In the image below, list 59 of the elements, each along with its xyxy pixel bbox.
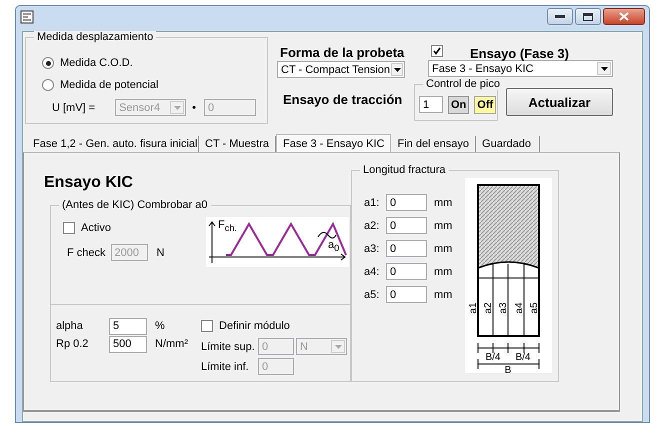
maximize-button[interactable] xyxy=(575,8,601,25)
unit-label: N xyxy=(156,246,164,258)
field-label: F check xyxy=(67,246,106,258)
section-title: Ensayo (Fase 3) xyxy=(470,46,569,61)
unit-label: mm xyxy=(434,242,452,254)
field-label: alpha xyxy=(56,320,84,332)
minimize-icon xyxy=(555,14,565,18)
unit-label: N/mm² xyxy=(155,338,188,350)
section-title: Ensayo de tracción xyxy=(283,92,404,107)
checkbox[interactable] xyxy=(431,44,443,56)
radio-button[interactable] xyxy=(42,79,54,91)
input-field[interactable]: 0 xyxy=(386,240,427,257)
tab[interactable]: Fase 3 - Ensayo KIC xyxy=(276,134,392,152)
checkbox-label: Definir módulo xyxy=(219,320,290,332)
radio-button[interactable] xyxy=(42,57,54,69)
toggle-button[interactable]: Off xyxy=(474,96,496,114)
input-field[interactable]: 1 xyxy=(419,96,443,113)
update-button[interactable]: Actualizar xyxy=(506,88,613,116)
field-label: Límite sup. xyxy=(201,340,256,352)
axis-label: F$_{ch.}$ xyxy=(218,219,237,234)
checkbox[interactable] xyxy=(63,222,75,234)
radio-label: Medida de potencial xyxy=(60,79,158,91)
maximize-icon xyxy=(583,12,593,20)
curve-label: a$_{0}$ xyxy=(328,239,340,254)
field-label: Límite inf. xyxy=(201,360,250,372)
close-icon xyxy=(619,12,629,21)
unit-label: mm xyxy=(434,266,452,278)
dropdown[interactable]: Fase 3 - Ensayo KIC xyxy=(428,60,613,77)
field-label: U [mV] = xyxy=(52,102,96,114)
unit-label: mm xyxy=(434,288,452,300)
section-title: Forma de la probeta xyxy=(280,45,406,60)
dropdown[interactable]: CT - Compact Tension xyxy=(277,61,405,78)
input-field[interactable]: 0 xyxy=(386,194,427,211)
field-label: a5: xyxy=(364,288,380,300)
checkbox-label: Activo xyxy=(81,222,111,234)
unit-label: % xyxy=(155,320,165,332)
close-button[interactable] xyxy=(603,8,645,25)
checkbox[interactable] xyxy=(201,320,213,332)
field-label: a3: xyxy=(364,242,380,254)
field-label: Rp 0.2 xyxy=(56,338,90,350)
radio-label: Medida C.O.D. xyxy=(60,57,133,69)
field-label: a1: xyxy=(364,196,380,208)
input-field[interactable]: 5 xyxy=(109,318,147,334)
input-field[interactable]: 0 xyxy=(386,286,427,303)
field-label: a4: xyxy=(364,266,380,278)
input-field[interactable]: 500 xyxy=(109,336,147,352)
input-field[interactable]: 0 xyxy=(386,217,427,234)
separator-text: • xyxy=(192,102,196,114)
unit-label: mm xyxy=(434,220,452,232)
group-title: Longitud fractura xyxy=(360,164,449,176)
group-title: Control de pico xyxy=(423,78,503,90)
field-label: a2: xyxy=(364,220,380,232)
toggle-button[interactable]: On xyxy=(448,96,470,114)
group-title: Medida desplazamiento xyxy=(34,31,156,43)
panel-heading: Ensayo KIC xyxy=(44,174,134,193)
input-field[interactable]: 0 xyxy=(386,263,427,280)
unit-label: mm xyxy=(434,196,452,208)
group-title: (Antes de KIC) Combrobar a0 xyxy=(59,199,211,211)
minimize-button[interactable] xyxy=(547,8,573,25)
